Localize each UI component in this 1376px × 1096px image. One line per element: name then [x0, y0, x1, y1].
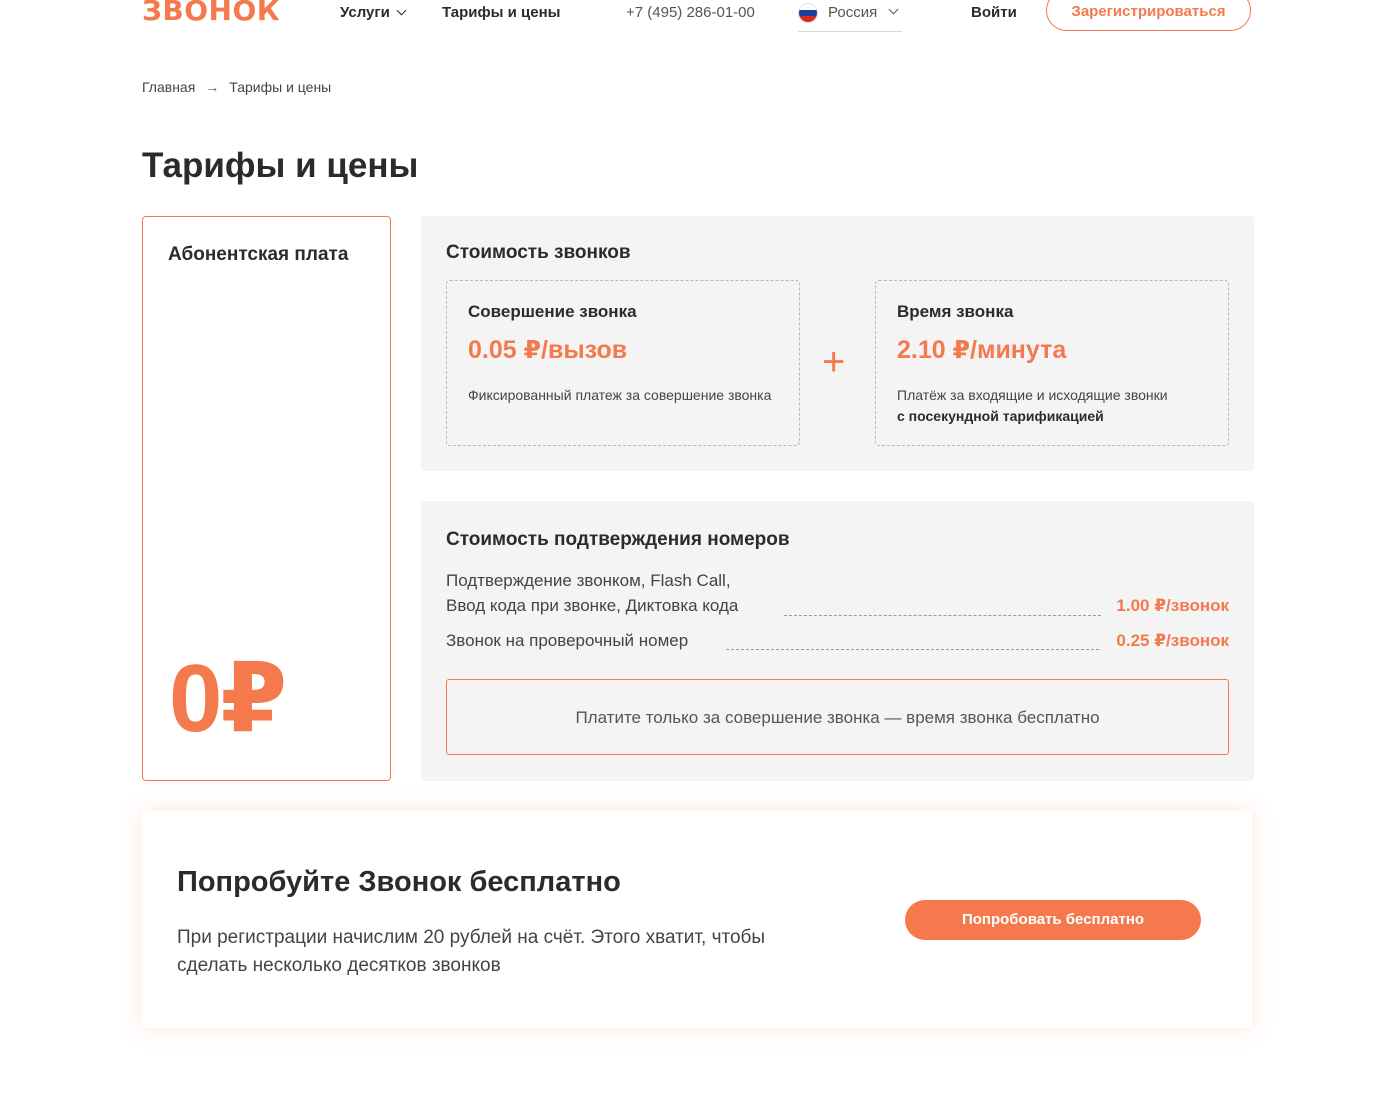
try-free-button[interactable]: Попробовать бесплатно [905, 900, 1201, 940]
call-duration-description: Платёж за входящие и исходящие звонки с … [897, 385, 1217, 427]
verification-row-price: 0.25 ₽/звонок [1116, 631, 1229, 650]
subscription-title: Абонентская плата [168, 244, 349, 265]
banner-text-line: сделать несколько десятков звонков [177, 955, 501, 976]
login-link[interactable]: Войти [971, 4, 1017, 21]
call-duration-box: Время звонка 2.10 ₽/минута Платёж за вхо… [875, 280, 1229, 446]
region-select[interactable]: Россия [798, 0, 902, 32]
subscription-card: Абонентская плата 0₽ [142, 216, 391, 781]
call-duration-description-bold: с посекундной тарификацией [897, 408, 1104, 424]
site-header: ЗВОНОК Услуги Тарифы и цены +7 (495) 286… [0, 0, 1376, 40]
nav-tariffs[interactable]: Тарифы и цены [442, 4, 560, 21]
banner-text-line: При регистрации начислим 20 рублей на сч… [177, 927, 766, 948]
chevron-down-icon [396, 5, 407, 16]
banner-title: Попробуйте Звонок бесплатно [177, 866, 621, 898]
register-button[interactable]: Зарегистрироваться [1046, 0, 1251, 31]
chevron-down-icon [888, 4, 899, 15]
breadcrumb-home[interactable]: Главная [142, 79, 195, 95]
call-making-price: 0.05 ₽/вызов [468, 336, 628, 364]
call-making-description: Фиксированный платеж за совершение звонк… [468, 387, 772, 403]
call-cost-title: Стоимость звонков [446, 242, 631, 263]
nav-services-label: Услуги [340, 4, 390, 21]
logo[interactable]: ЗВОНОК [142, 0, 280, 27]
breadcrumb-current: Тарифы и цены [229, 79, 332, 95]
verification-row: Звонок на проверочный номер 0.25 ₽/звоно… [446, 631, 1229, 651]
call-making-box: Совершение звонка 0.05 ₽/вызов Фиксирова… [446, 280, 800, 446]
verification-row-label: Звонок на проверочный номер [446, 631, 689, 650]
region-label: Россия [828, 4, 878, 21]
subscription-price: 0₽ [169, 645, 287, 752]
page-title: Тарифы и цены [142, 146, 419, 185]
leader-dots [726, 649, 1099, 650]
verification-panel: Стоимость подтверждения номеров Подтверж… [421, 501, 1254, 781]
verification-row-label: Подтверждение звонком, Flash Call, [446, 571, 731, 590]
try-free-banner: Попробуйте Звонок бесплатно При регистра… [142, 811, 1252, 1028]
call-duration-title: Время звонка [897, 302, 1014, 321]
phone-number[interactable]: +7 (495) 286-01-00 [626, 4, 755, 21]
breadcrumb: Главная → Тарифы и цены [142, 79, 331, 95]
call-making-title: Совершение звонка [468, 302, 637, 321]
call-duration-description-text: Платёж за входящие и исходящие звонки [897, 387, 1168, 403]
call-duration-price: 2.10 ₽/минута [897, 336, 1067, 364]
verification-title: Стоимость подтверждения номеров [446, 529, 790, 550]
plus-icon: + [822, 340, 846, 384]
verification-row-label: Ввод кода при звонке, Диктовка кода [446, 596, 739, 615]
arrow-right-icon: → [205, 79, 220, 95]
banner-text: При регистрации начислим 20 рублей на сч… [177, 924, 877, 980]
leader-dots [784, 615, 1101, 616]
register-button-label: Зарегистрироваться [1071, 3, 1226, 20]
nav-services[interactable]: Услуги [340, 4, 407, 21]
verification-note: Платите только за совершение звонка — вр… [446, 679, 1229, 755]
call-cost-panel: Стоимость звонков Совершение звонка 0.05… [421, 216, 1254, 471]
verification-row-price: 1.00 ₽/звонок [1116, 596, 1229, 615]
russia-flag-icon [798, 3, 818, 23]
